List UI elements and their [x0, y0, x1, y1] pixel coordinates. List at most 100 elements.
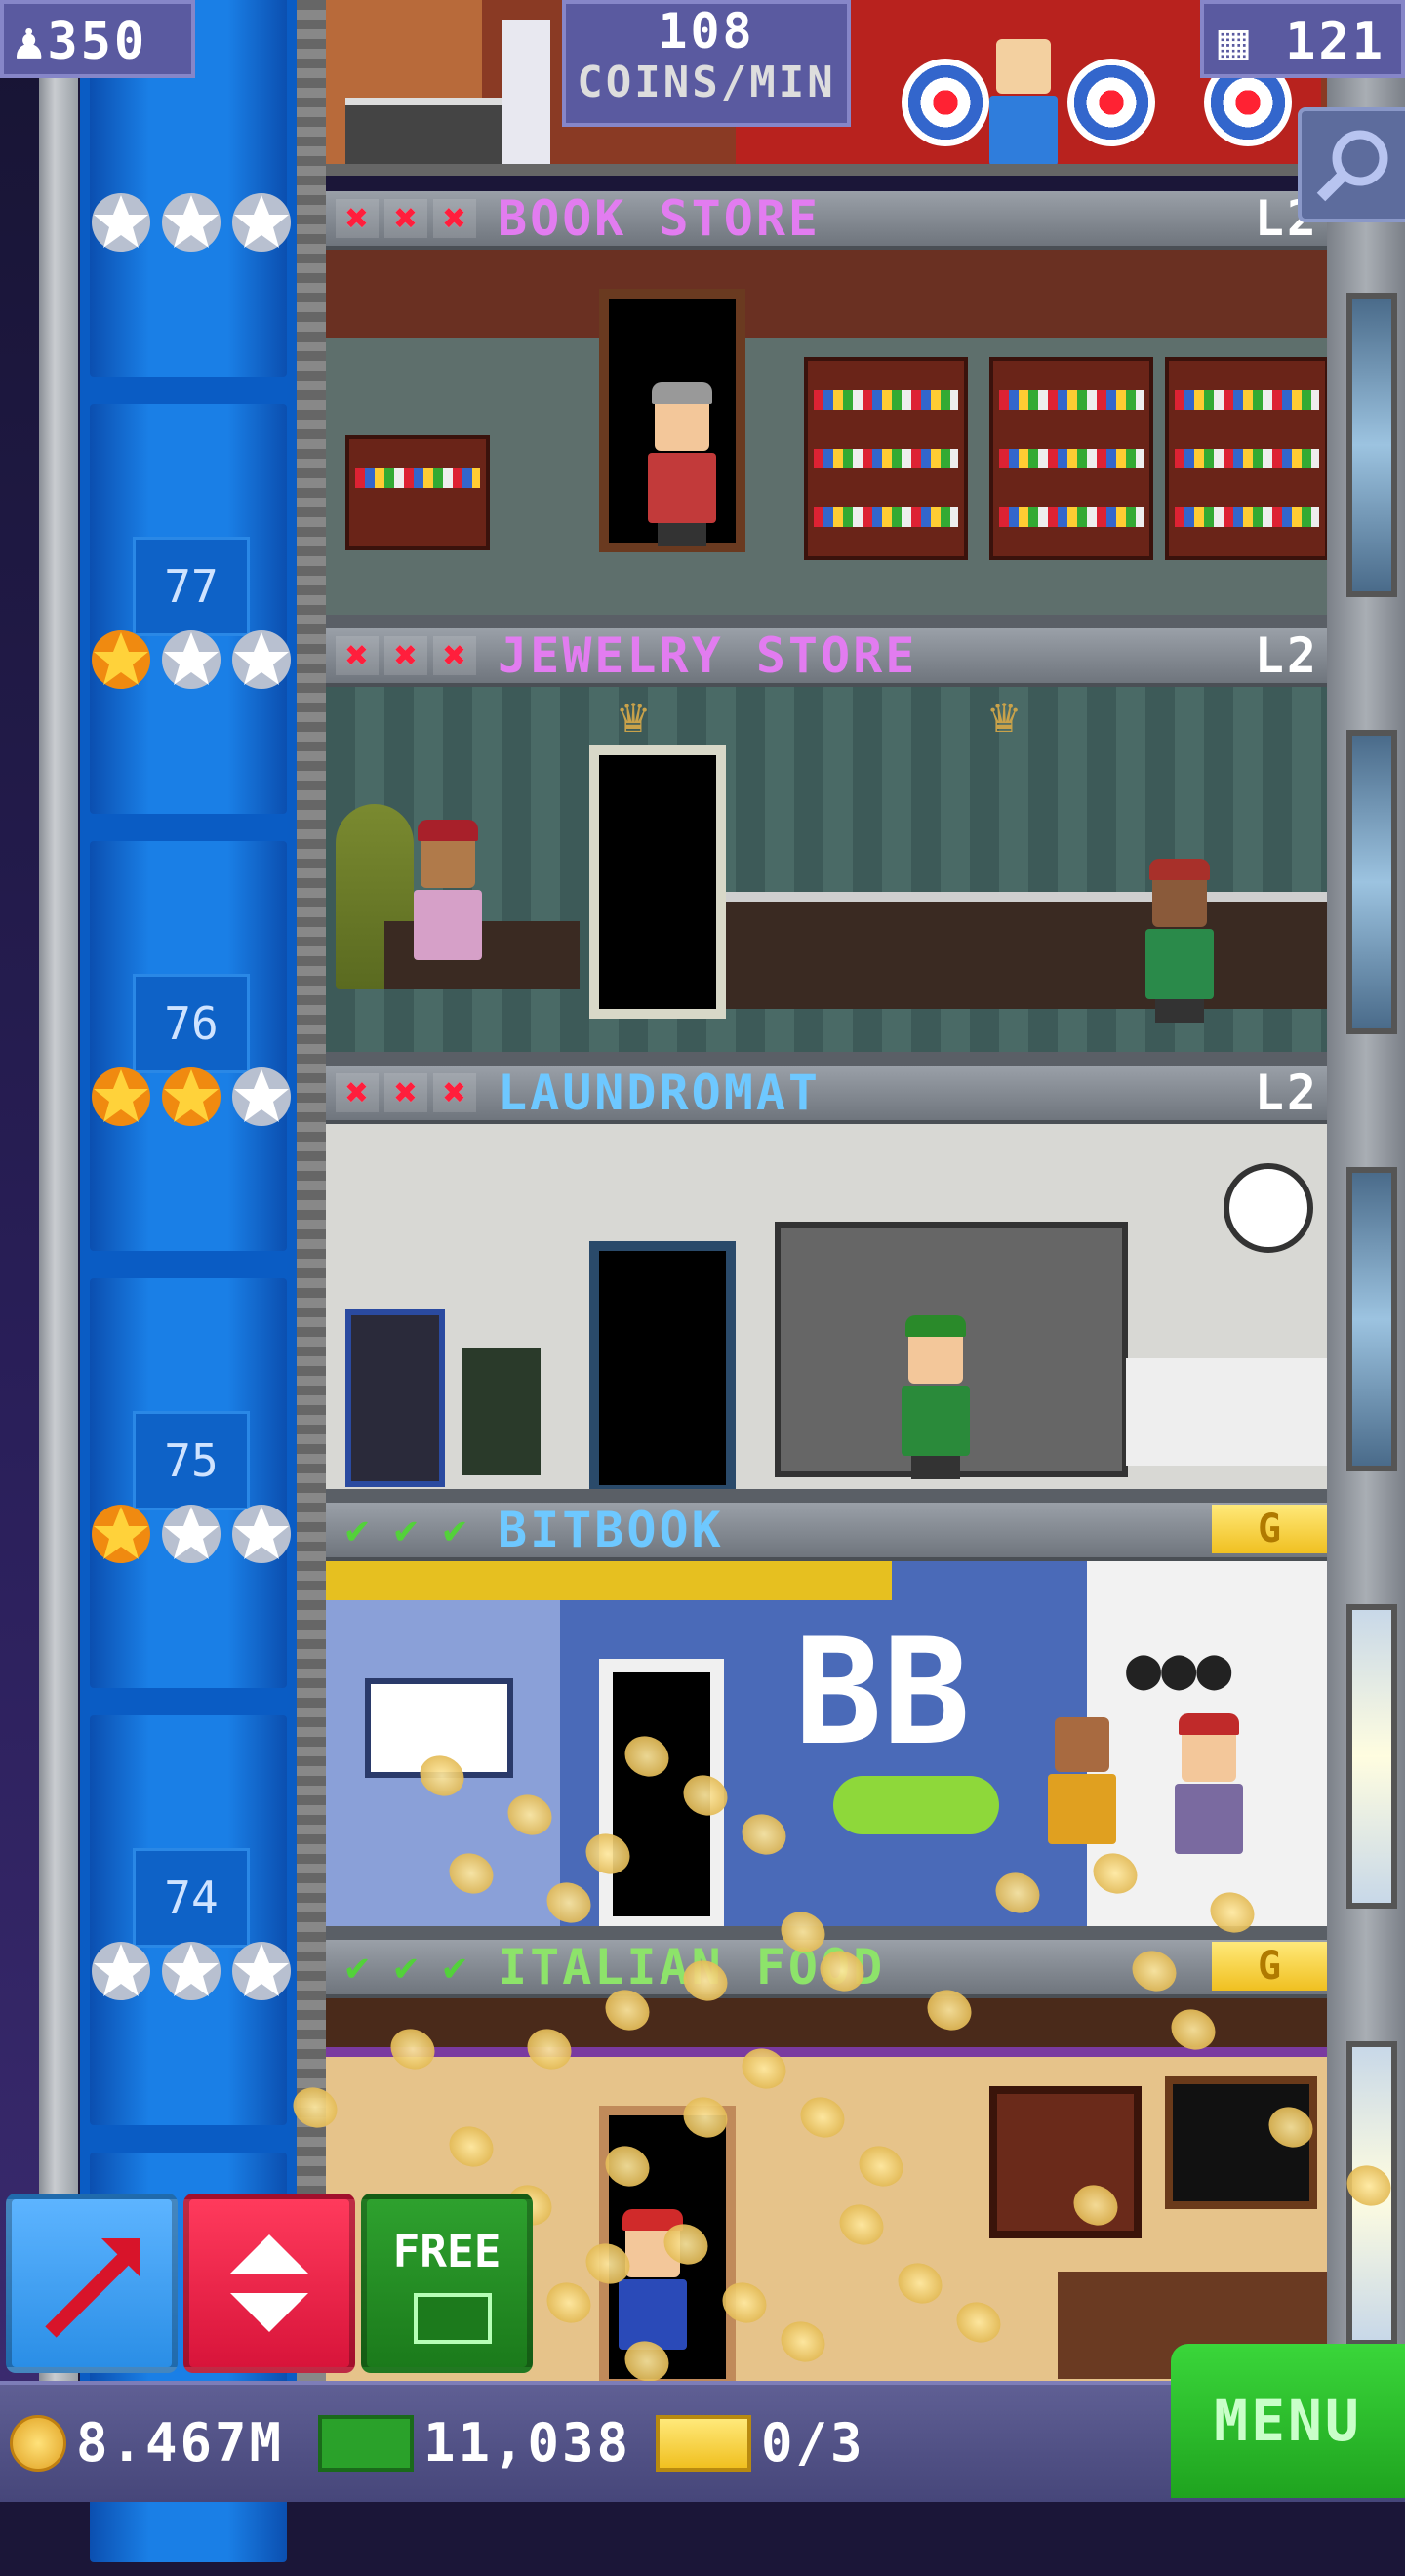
stock-empty-icon: ✖	[433, 199, 476, 238]
stock-empty-icon: ✖	[433, 1073, 476, 1112]
star-filled-icon	[160, 1066, 222, 1128]
floor-laundromat[interactable]: ✖ ✖ ✖ LAUNDROMAT L2	[326, 1066, 1327, 1503]
floor-base	[326, 164, 1327, 176]
arrow-up-right-icon	[45, 2238, 140, 2338]
bookshelf	[989, 357, 1153, 560]
bitizen[interactable]	[648, 382, 716, 546]
floor-jewelry-store[interactable]: ✖ ✖ ✖ JEWELRY STORE L2 ♛ ♛	[326, 628, 1327, 1066]
star-empty-icon	[230, 191, 293, 254]
stock-status: ✖ ✖ ✖	[336, 199, 476, 238]
floor-base	[326, 615, 1327, 628]
bitizen[interactable]	[1175, 1713, 1243, 1854]
stock-status: ✔ ✔ ✔	[336, 1948, 476, 1987]
bitizen[interactable]	[414, 820, 482, 960]
floors-counter[interactable]: ▦ 121	[1200, 0, 1405, 78]
green-couch	[833, 1776, 999, 1834]
floor-header: ✖ ✖ ✖ BOOK STORE L2	[326, 191, 1327, 250]
shaft-panel: 74	[80, 1702, 297, 2139]
coins-value: 8.467M	[76, 2412, 285, 2474]
gold-badge[interactable]: G	[1212, 1942, 1327, 1991]
population-counter[interactable]: ♟350	[0, 0, 195, 78]
menu-button[interactable]: MENU	[1171, 2344, 1405, 2498]
bitizen[interactable]	[1048, 1717, 1116, 1844]
free-bux-button[interactable]: FREE	[361, 2194, 533, 2373]
stock-empty-icon: ✖	[433, 636, 476, 675]
star-empty-icon	[160, 1940, 222, 2002]
stock-full-icon: ✔	[344, 1945, 370, 1990]
vending-machine	[345, 1309, 445, 1487]
target-icon	[902, 59, 989, 146]
magnifier-icon	[1316, 130, 1388, 202]
floor-number-76: 76	[133, 974, 250, 1073]
floor-number-77: 77	[133, 537, 250, 636]
stock-empty-icon: ✖	[384, 199, 427, 238]
door	[589, 745, 726, 1019]
star-empty-icon	[160, 191, 222, 254]
tower-pole	[39, 0, 78, 2381]
coins-balance[interactable]: 8.467M	[10, 2406, 284, 2480]
star-rating	[90, 191, 295, 260]
star-empty-icon	[230, 1066, 293, 1128]
star-rating	[90, 628, 295, 697]
stock-empty-icon: ✖	[336, 1073, 379, 1112]
bitizen[interactable]	[989, 39, 1058, 166]
elevator-shaft[interactable]: 77 76 75 74	[80, 0, 297, 2562]
star-rating	[90, 1940, 295, 2008]
population-value: 350	[47, 13, 148, 71]
door	[589, 1241, 736, 1495]
target-icon	[1067, 59, 1155, 146]
shaft-panel: 75	[80, 1265, 297, 1702]
cash-icon	[318, 2415, 414, 2472]
star-empty-icon	[230, 1503, 293, 1565]
bitbook-logo: BB	[794, 1608, 971, 1778]
cash-icon	[414, 2293, 492, 2344]
ticket-icon	[656, 2415, 751, 2472]
floor-title: LAUNDROMAT	[498, 1066, 822, 1121]
tickets-counter[interactable]: 0/3	[656, 2406, 865, 2480]
search-button[interactable]	[1298, 107, 1405, 222]
pipe	[326, 1561, 892, 1600]
gold-badge[interactable]: G	[1212, 1505, 1327, 1553]
star-rating	[90, 1503, 295, 1571]
bux-balance[interactable]: 11,038	[318, 2406, 631, 2480]
book-store-room	[326, 250, 1327, 628]
clocks-icon: ●●●	[1126, 1634, 1232, 1703]
chandelier-icon: ♛	[989, 687, 1020, 744]
window	[989, 2086, 1142, 2238]
right-wall	[1327, 0, 1405, 2381]
floor-base	[326, 1052, 1327, 1066]
bookshelf	[1165, 357, 1327, 560]
coin-icon	[10, 2415, 66, 2472]
star-empty-icon	[230, 1940, 293, 2002]
stock-full-icon: ✔	[442, 1508, 467, 1552]
floor-base	[326, 1926, 1327, 1940]
floor-title: JEWELRY STORE	[498, 628, 918, 684]
star-empty-icon	[160, 628, 222, 691]
water-cooler	[502, 20, 550, 166]
bitizen[interactable]	[902, 1315, 970, 1479]
floor-header: ✖ ✖ ✖ JEWELRY STORE L2	[326, 628, 1327, 687]
bookshelf	[804, 357, 968, 560]
floor-header: ✖ ✖ ✖ LAUNDROMAT L2	[326, 1066, 1327, 1124]
star-empty-icon	[90, 191, 152, 254]
build-floor-button[interactable]	[6, 2194, 178, 2373]
space-background	[0, 0, 39, 2381]
stock-full-icon: ✔	[393, 1508, 419, 1552]
window	[1346, 1604, 1397, 1909]
stock-empty-icon: ✖	[384, 1073, 427, 1112]
shaft-panel: 76	[80, 827, 297, 1265]
jewelry-store-room: ♛ ♛	[326, 687, 1327, 1066]
tickets-value: 0/3	[761, 2412, 865, 2474]
floor-number-75: 75	[133, 1411, 250, 1510]
stock-empty-icon: ✖	[384, 636, 427, 675]
star-filled-icon	[90, 628, 152, 691]
star-rating	[90, 1066, 295, 1134]
star-empty-icon	[90, 1940, 152, 2002]
clock-icon	[1224, 1163, 1313, 1253]
elevator-button[interactable]	[183, 2194, 355, 2373]
bookshelf	[345, 435, 490, 550]
bux-value: 11,038	[423, 2412, 632, 2474]
floor-book-store[interactable]: ✖ ✖ ✖ BOOK STORE L2	[326, 191, 1327, 628]
bitizen[interactable]	[1145, 859, 1214, 1023]
laundromat-room	[326, 1124, 1327, 1503]
